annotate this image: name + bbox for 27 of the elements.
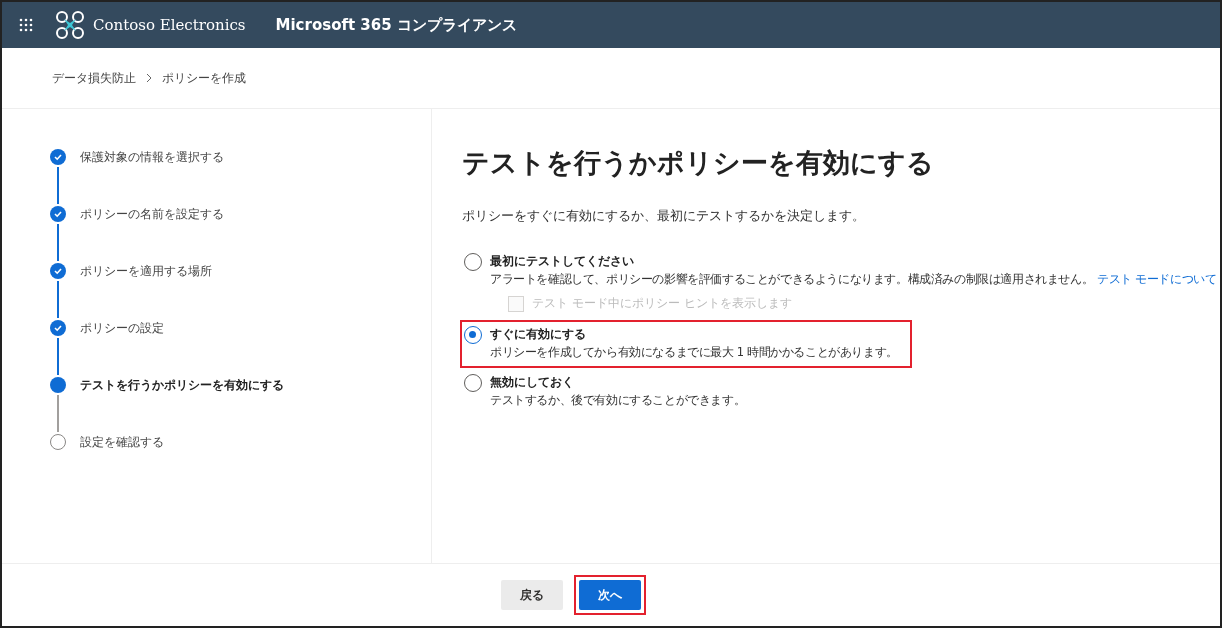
option-description: ポリシーを作成してから有効になるまでに最大 1 時間かかることがあります。 xyxy=(490,345,898,360)
option-description: テストするか、後で有効にすることができます。 xyxy=(490,393,746,408)
option-label: 無効にしておく xyxy=(490,374,575,391)
option-description: アラートを確認して、ポリシーの影響を評価することができるようになります。構成済みの制限は適用されません。 xyxy=(490,272,1094,287)
chevron-right-icon xyxy=(146,73,152,83)
step-label: ポリシーを適用する場所 xyxy=(80,263,212,280)
breadcrumb-link[interactable]: ポリシーを作成 xyxy=(162,69,246,87)
option-label: 最初にテストしてください xyxy=(490,253,635,270)
next-button[interactable]: 次へ xyxy=(579,580,641,610)
app-title: Microsoft 365 コンプライアンス xyxy=(275,15,517,35)
breadcrumb-link[interactable]: データ損失防止 xyxy=(52,69,136,87)
radio-button[interactable] xyxy=(464,374,482,392)
step-label: ポリシーの名前を設定する xyxy=(80,206,224,223)
app-launcher-icon[interactable] xyxy=(19,18,33,32)
step-label: 設定を確認する xyxy=(80,434,164,451)
radio-button[interactable] xyxy=(464,326,482,344)
step-label: ポリシーの設定 xyxy=(80,320,164,337)
page-description: ポリシーをすぐに有効にするか、最初にテストするかを決定します。 xyxy=(462,207,866,225)
option-label: すぐに有効にする xyxy=(490,326,587,343)
learn-more-link[interactable]: テスト モードについて xyxy=(1097,272,1217,287)
radio-button[interactable] xyxy=(464,253,482,271)
page-title: テストを行うかポリシーを有効にする xyxy=(462,146,935,180)
organization-name: Contoso Electronics xyxy=(93,16,246,34)
drone-logo-icon xyxy=(55,10,85,40)
step-label: テストを行うかポリシーを有効にする xyxy=(80,377,284,394)
step-label: 保護対象の情報を選択する xyxy=(80,149,224,166)
back-button[interactable]: 戻る xyxy=(501,580,563,610)
